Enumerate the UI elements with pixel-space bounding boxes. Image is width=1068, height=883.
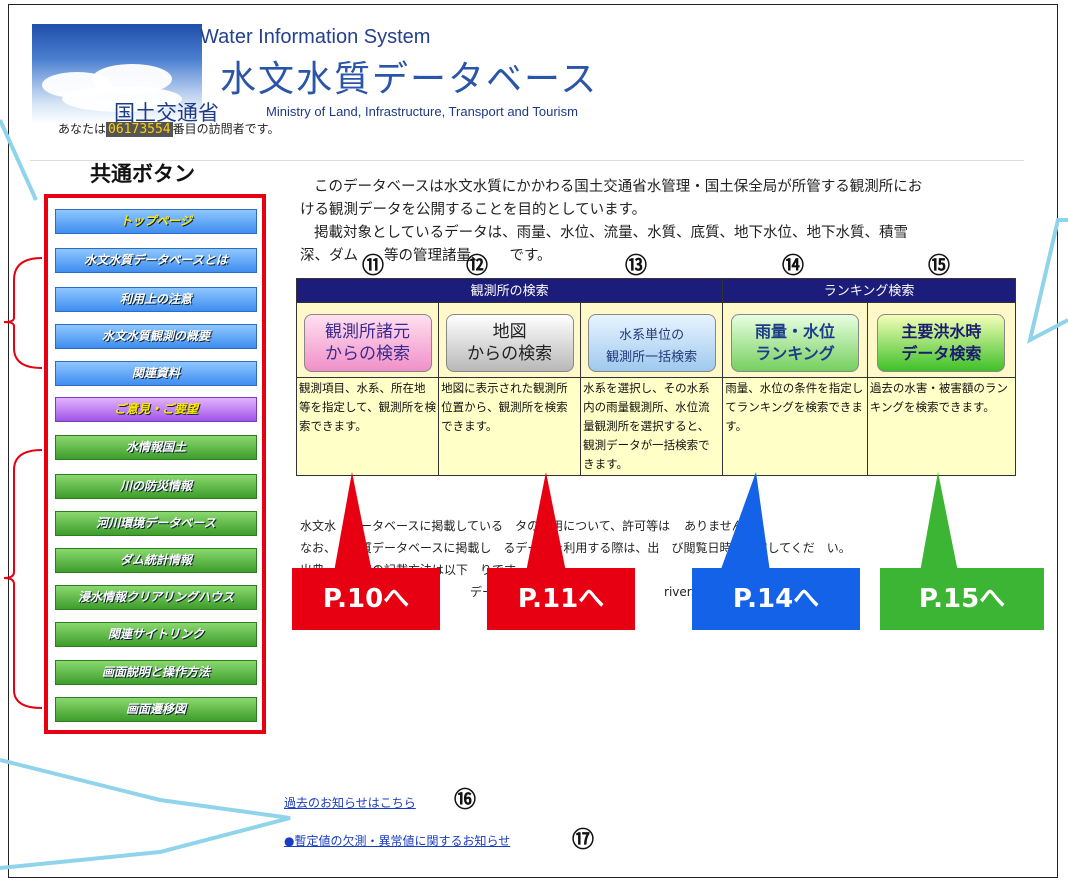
header-ranking-search: ランキング検索 [722, 278, 1016, 303]
desc-ranking: 雨量、水位の条件を指定してランキングを検索できます。 [722, 377, 868, 476]
nav-top-page[interactable]: トップページ [55, 209, 257, 234]
nav-flood-clearing-house[interactable]: 浸水情報クリアリングハウス [55, 585, 257, 610]
page-ref-p10: P.10へ [292, 568, 440, 630]
nav-feedback[interactable]: ご意見・ご要望 [55, 397, 257, 422]
visitor-count: 06173554 [106, 122, 173, 137]
intro-line-4c: です。 [509, 248, 552, 264]
intro-line-3: 掲載対象としているデータは、雨量、水位、流量、水質、底質、地下水位、地下水質、積… [314, 225, 909, 241]
page-ref-p14: P.14へ [692, 568, 860, 630]
cell-btn-3: 水系単位の 観測所一括検索 [580, 302, 724, 378]
nav-observation-overview[interactable]: 水文水質観測の概要 [55, 324, 257, 349]
intro-line-2: ける観測データを公開することを目的としています。 [300, 202, 647, 218]
nav-related-site-links[interactable]: 関連サイトリンク [55, 622, 257, 647]
ministry-name-en: Ministry of Land, Infrastructure, Transp… [266, 104, 578, 119]
marker-12: ⑫ [466, 253, 489, 279]
common-buttons-label: 共通ボタン [90, 162, 195, 186]
intro-text: このデータベースは水文水質にかかわる国土交通省水管理・国土保全局が所管する観測所… [300, 176, 1030, 268]
intro-line-4: 深、ダム 等の管理諸量、 です。 [300, 245, 1030, 268]
nav-dam-statistics[interactable]: ダム統計情報 [55, 548, 257, 573]
nav-water-info-national[interactable]: 水情報国土 [55, 435, 257, 460]
notice-line-2: なお、 水質データベースに掲載し るデータを利用する際は、出 び閲覧日時を記載してくだ… [300, 541, 851, 555]
desc-water-system: 水系を選択し、その水系内の雨量観測所、水位流量観測所を選択すると、観測データが一… [580, 377, 724, 476]
visitor-suffix: 番目の訪問者です。 [172, 122, 280, 136]
nav-screen-transition[interactable]: 画面遷移図 [55, 697, 257, 722]
nav-usage-notes[interactable]: 利用上の注意 [55, 287, 257, 312]
search-by-map-button[interactable]: 地図 からの検索 [445, 314, 574, 372]
marker-11: ⑪ [362, 253, 385, 279]
marker-13: ⑬ [625, 253, 648, 279]
marker-17: ⑰ [572, 827, 595, 853]
cell-btn-1: 観測所諸元 からの検索 [295, 302, 440, 378]
desc-map: 地図に表示された観測所位置から、観測所を検索できます。 [438, 377, 582, 476]
cell-btn-2: 地図 からの検索 [438, 302, 582, 378]
notice-line-1: 水文水 データベースに掲載している タの利用について、許可等は ありません。 [300, 519, 756, 533]
search-by-water-system-button[interactable]: 水系単位の 観測所一括検索 [587, 314, 716, 372]
nav-screen-help[interactable]: 画面説明と操作方法 [55, 660, 257, 685]
marker-14: ⑭ [782, 253, 805, 279]
visitor-counter: あなたは 06173554 番目の訪問者です。 [58, 120, 279, 137]
search-by-station-button[interactable]: 観測所諸元 からの検索 [303, 314, 432, 372]
past-notice-link[interactable]: 過去のお知らせはこちら [284, 794, 416, 811]
visitor-prefix: あなたは [58, 122, 107, 136]
nav-about-database[interactable]: 水文水質データベースとは [55, 248, 257, 273]
common-buttons-highlight [44, 194, 266, 734]
marker-16: ⑯ [454, 787, 477, 813]
rain-water-level-ranking-button[interactable]: 雨量・水位 ランキング [731, 314, 860, 372]
provisional-notice-link[interactable]: ●暫定値の欠測・異常値に関するお知らせ [284, 832, 510, 849]
page-ref-p15: P.15へ [880, 568, 1044, 630]
marker-15: ⑮ [928, 253, 951, 279]
cell-btn-5: 主要洪水時 データ検索 [866, 302, 1017, 378]
desc-station: 観測項目、水系、所在地等を指定して、観測所を検索できます。 [295, 377, 440, 476]
cell-btn-4: 雨量・水位 ランキング [722, 302, 868, 378]
header-station-search: 観測所の検索 [295, 278, 724, 303]
nav-river-environment-db[interactable]: 河川環境データベース [55, 511, 257, 536]
intro-line-1: このデータベースは水文水質にかかわる国土交通省水管理・国土保全局が所管する観測所… [314, 179, 923, 195]
page-ref-p11: P.11へ [487, 568, 635, 630]
nav-related-documents[interactable]: 関連資料 [55, 361, 257, 386]
major-flood-data-button[interactable]: 主要洪水時 データ検索 [877, 314, 1006, 372]
system-title: Water Information System [200, 26, 431, 48]
desc-flood: 過去の水害・被害額のランキングを検索できます。 [866, 377, 1017, 476]
intro-line-4a: 深、ダム [300, 248, 358, 264]
nav-river-disaster-info[interactable]: 川の防災情報 [55, 474, 257, 499]
database-title: 水文水質データベース [220, 59, 599, 100]
search-table: 観測所の検索 ランキング検索 観測所諸元 からの検索 地図 からの検索 水系単位の観… [295, 278, 1017, 476]
